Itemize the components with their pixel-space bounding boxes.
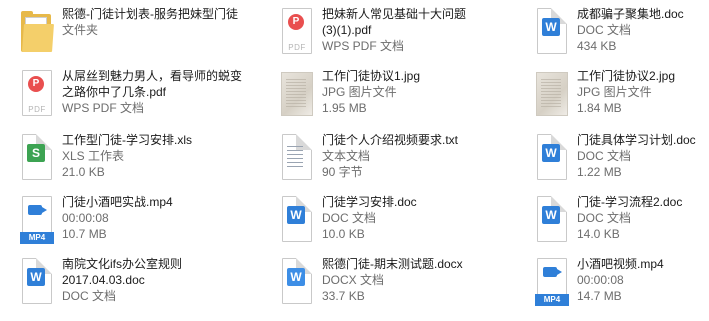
file-item[interactable]: W 门徒-学习流程2.doc DOC 文档 14.0 KB — [535, 194, 682, 254]
file-item[interactable]: P PDF 把妹新人常见基础十大问题 (3)(1).pdf WPS PDF 文档 — [280, 6, 466, 66]
file-item[interactable]: MP4 门徒小酒吧实战.mp4 00:00:08 10.7 MB — [20, 194, 173, 254]
file-item[interactable]: W 门徒具体学习计划.doc DOC 文档 1.22 MB — [535, 132, 696, 192]
file-duration: 00:00:08 — [577, 273, 624, 287]
file-grid: 熙德-门徒计划表-服务把妹型门徒 文件夹 P PDF 把妹新人常见基础十大问题 … — [0, 0, 709, 321]
file-name: 从屌丝到魅力男人，看导师的蜕变 — [62, 69, 243, 83]
xls-icon: S — [20, 134, 54, 182]
file-type: 文件夹 — [62, 23, 99, 37]
file-size: 33.7 KB — [322, 289, 365, 303]
file-item[interactable]: W 熙德门徒-期末测试题.docx DOCX 文档 33.7 KB — [280, 256, 463, 316]
file-item[interactable]: 熙德-门徒计划表-服务把妹型门徒 文件夹 — [20, 6, 238, 66]
file-name: 熙德门徒-期末测试题.docx — [322, 257, 463, 271]
file-name: 工作门徒协议1.jpg — [322, 69, 421, 83]
file-size: 14.0 KB — [577, 227, 620, 241]
word-doc-icon: W — [20, 258, 54, 306]
file-name: 门徒学习安排.doc — [322, 195, 417, 209]
file-type: WPS PDF 文档 — [62, 101, 145, 115]
file-name: 熙德-门徒计划表-服务把妹型门徒 — [62, 7, 238, 21]
file-type: WPS PDF 文档 — [322, 39, 405, 53]
file-size: 21.0 KB — [62, 165, 105, 179]
file-type: DOC 文档 — [322, 211, 377, 225]
file-name: 小酒吧视频.mp4 — [577, 257, 664, 271]
file-size: 14.7 MB — [577, 289, 622, 303]
file-size: 1.22 MB — [577, 165, 622, 179]
file-size: 1.84 MB — [577, 101, 622, 115]
file-name: 成都骗子聚集地.doc — [577, 7, 684, 21]
file-size: 10.7 MB — [62, 227, 107, 241]
file-name: 门徒小酒吧实战.mp4 — [62, 195, 173, 209]
file-item[interactable]: W 门徒学习安排.doc DOC 文档 10.0 KB — [280, 194, 417, 254]
file-name: 把妹新人常见基础十大问题 — [322, 7, 467, 21]
file-item[interactable]: S 工作型门徒-学习安排.xls XLS 工作表 21.0 KB — [20, 132, 192, 192]
pdf-icon: P PDF — [20, 70, 54, 118]
file-name: 门徒具体学习计划.doc — [577, 133, 696, 147]
file-type: 文本文档 — [322, 149, 371, 163]
word-doc-icon: W — [535, 8, 569, 56]
mp4-icon: MP4 — [535, 258, 569, 306]
file-duration: 00:00:08 — [62, 211, 109, 225]
word-doc-icon: W — [535, 196, 569, 244]
word-doc-icon: W — [280, 196, 314, 244]
file-size: 90 字节 — [322, 165, 363, 179]
jpg-thumbnail-icon — [535, 70, 569, 118]
folder-icon — [20, 8, 54, 56]
file-name-line2: 2017.04.03.doc — [62, 273, 145, 287]
file-item[interactable]: W 成都骗子聚集地.doc DOC 文档 434 KB — [535, 6, 684, 66]
file-item[interactable]: 工作门徒协议1.jpg JPG 图片文件 1.95 MB — [280, 68, 420, 128]
file-name: 工作门徒协议2.jpg — [577, 69, 676, 83]
file-type: DOC 文档 — [62, 289, 117, 303]
txt-icon — [280, 134, 314, 182]
jpg-thumbnail-icon — [280, 70, 314, 118]
file-item[interactable]: W 南院文化ifs办公室规则 2017.04.03.doc DOC 文档 — [20, 256, 182, 316]
file-size: 10.0 KB — [322, 227, 365, 241]
file-type: JPG 图片文件 — [322, 85, 397, 99]
file-name: 工作型门徒-学习安排.xls — [62, 133, 192, 147]
file-type: JPG 图片文件 — [577, 85, 652, 99]
file-type: DOC 文档 — [577, 211, 632, 225]
file-item[interactable]: MP4 小酒吧视频.mp4 00:00:08 14.7 MB — [535, 256, 664, 316]
mp4-icon: MP4 — [20, 196, 54, 244]
file-name-line2: (3)(1).pdf — [322, 23, 372, 37]
pdf-icon: P PDF — [280, 8, 314, 56]
file-item[interactable]: P PDF 从屌丝到魅力男人，看导师的蜕变 之路你中了几条.pdf WPS PD… — [20, 68, 242, 128]
file-name: 门徒个人介绍视频要求.txt — [322, 133, 459, 147]
word-doc-icon: W — [535, 134, 569, 182]
file-name-line2: 之路你中了几条.pdf — [62, 85, 167, 99]
file-type: DOCX 文档 — [322, 273, 385, 287]
file-item[interactable]: 工作门徒协议2.jpg JPG 图片文件 1.84 MB — [535, 68, 675, 128]
word-docx-icon: W — [280, 258, 314, 306]
file-size: 434 KB — [577, 39, 617, 53]
file-type: DOC 文档 — [577, 149, 632, 163]
file-name: 南院文化ifs办公室规则 — [62, 257, 183, 271]
file-type: XLS 工作表 — [62, 149, 125, 163]
file-size: 1.95 MB — [322, 101, 367, 115]
file-item[interactable]: 门徒个人介绍视频要求.txt 文本文档 90 字节 — [280, 132, 458, 192]
file-type: DOC 文档 — [577, 23, 632, 37]
file-name: 门徒-学习流程2.doc — [577, 195, 683, 209]
